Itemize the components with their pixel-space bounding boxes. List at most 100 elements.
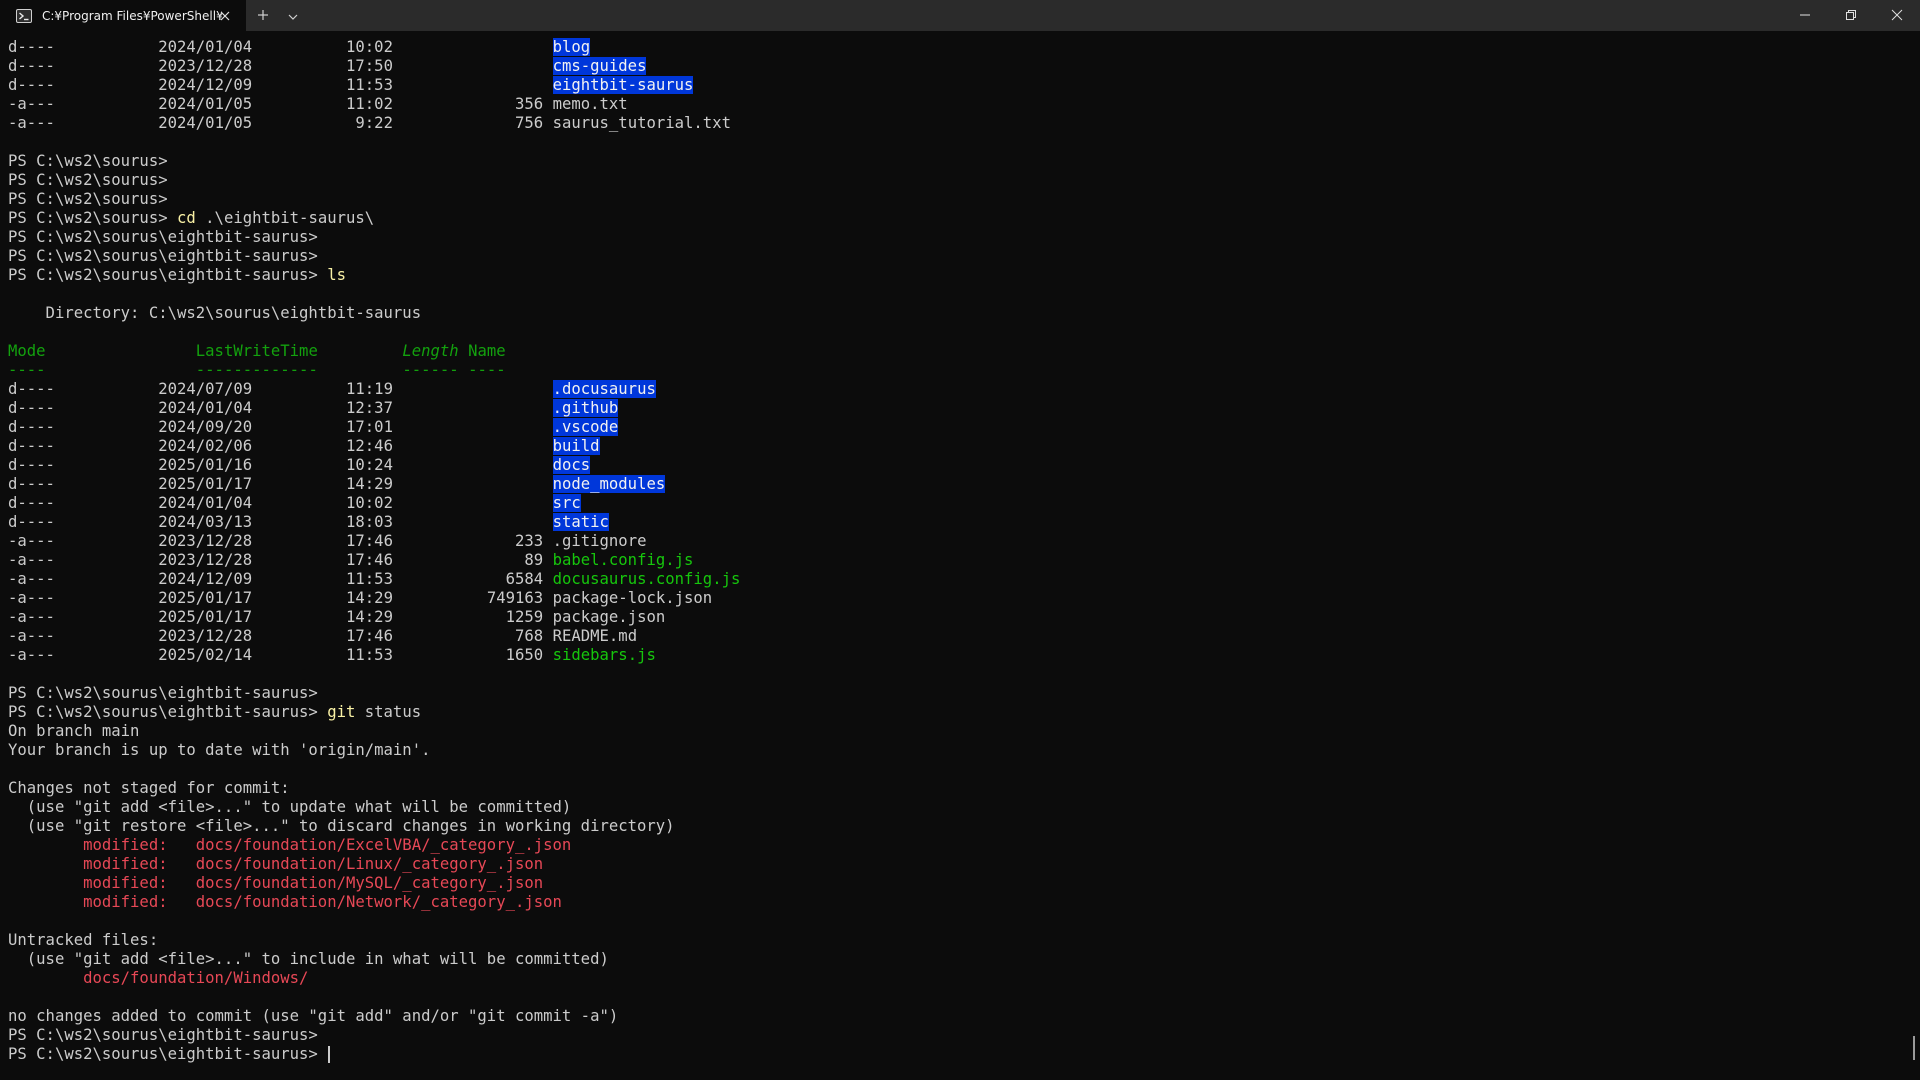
top-directory-listing: d---- 2024/01/04 10:02 blog d---- 2023/12…: [8, 38, 1908, 133]
restore-icon: [1845, 6, 1857, 25]
row-name: eightbit-saurus: [552, 76, 694, 94]
header-length-underline: ------: [402, 361, 459, 379]
row-time: 17:01: [346, 418, 393, 436]
chevron-down-icon: [288, 6, 298, 25]
row-length: 1259: [505, 608, 544, 626]
command-argument: .\eightbit-saurus\: [205, 209, 375, 227]
row-time: 14:29: [346, 475, 393, 493]
git-hint: (use "git add <file>..." to update what …: [8, 798, 572, 816]
table-row: -a--- 2025/01/17 14:29 749163 package-lo…: [8, 589, 1908, 608]
tab-powershell[interactable]: C:¥Program Files¥PowerShell¥: [0, 0, 246, 31]
row-time: 17:50: [346, 57, 393, 75]
table-row: d---- 2024/01/04 10:02 src: [8, 494, 1908, 513]
close-icon[interactable]: [218, 8, 232, 22]
row-mode: d----: [8, 380, 55, 398]
prompt-line: PS C:\ws2\sourus\eightbit-saurus>: [8, 684, 318, 702]
minimize-icon: [1799, 6, 1811, 25]
row-name: .github: [552, 399, 619, 417]
row-name: README.md: [552, 627, 638, 645]
row-name: babel.config.js: [552, 551, 694, 569]
row-date: 2023/12/28: [158, 57, 253, 75]
title-bar-drag-region[interactable]: [306, 0, 1782, 31]
table-row: d---- 2025/01/16 10:24 docs: [8, 456, 1908, 475]
scrollbar-thumb[interactable]: [1913, 1036, 1915, 1060]
directory-path: Directory: C:\ws2\sourus\eightbit-saurus: [8, 304, 422, 322]
row-name: saurus_tutorial.txt: [552, 114, 731, 132]
row-length: 749163: [486, 589, 544, 607]
row-mode: d----: [8, 418, 55, 436]
table-row: d---- 2024/07/09 11:19 .docusaurus: [8, 380, 1908, 399]
row-date: 2024/01/05: [158, 114, 253, 132]
terminal-output[interactable]: d---- 2024/01/04 10:02 blog d---- 2023/12…: [8, 38, 1908, 1078]
row-name: docs: [552, 456, 591, 474]
row-date: 2024/12/09: [158, 570, 253, 588]
row-mode: d----: [8, 76, 55, 94]
active-prompt-line[interactable]: PS C:\ws2\sourus\eightbit-saurus>: [8, 1045, 1908, 1064]
row-date: 2024/01/04: [158, 399, 253, 417]
plus-icon: [257, 6, 269, 25]
table-row: -a--- 2023/12/28 17:46 89 babel.config.j…: [8, 551, 1908, 570]
row-date: 2025/01/17: [158, 608, 253, 626]
row-name: package.json: [552, 608, 666, 626]
row-date: 2024/12/09: [158, 76, 253, 94]
row-name: src: [552, 494, 581, 512]
row-date: 2023/12/28: [158, 532, 253, 550]
header-length: Length: [402, 342, 459, 360]
title-bar: C:¥Program Files¥PowerShell¥: [0, 0, 1920, 31]
table-row: -a--- 2025/02/14 11:53 1650 sidebars.js: [8, 646, 1908, 665]
row-time: 11:53: [346, 570, 393, 588]
row-length: 756: [515, 114, 544, 132]
tab-title: C:¥Program Files¥PowerShell¥: [42, 8, 222, 23]
prompt-line: PS C:\ws2\sourus>: [8, 171, 168, 189]
row-name: build: [552, 437, 600, 455]
row-time: 17:46: [346, 551, 393, 569]
row-date: 2023/12/28: [158, 627, 253, 645]
command-name: git: [327, 703, 356, 721]
table-row: -a--- 2023/12/28 17:46 233 .gitignore: [8, 532, 1908, 551]
row-time: 11:53: [346, 646, 393, 664]
row-time: 11:19: [346, 380, 393, 398]
row-mode: -a---: [8, 570, 55, 588]
minimize-button[interactable]: [1782, 0, 1828, 31]
command-line: PS C:\ws2\sourus> cd .\eightbit-saurus\: [8, 209, 1908, 228]
row-mode: d----: [8, 57, 55, 75]
table-row: -a--- 2024/01/05 11:02 356 memo.txt: [8, 95, 1908, 114]
maximize-button[interactable]: [1828, 0, 1874, 31]
prompt-text: PS C:\ws2\sourus\eightbit-saurus>: [8, 703, 318, 721]
table-header: Mode LastWriteTime Length Name: [8, 342, 1908, 361]
table-row: -a--- 2024/01/05 9:22 756 saurus_tutoria…: [8, 114, 1908, 133]
table-row: d---- 2025/01/17 14:29 node_modules: [8, 475, 1908, 494]
row-date: 2024/03/13: [158, 513, 253, 531]
prompt-line: PS C:\ws2\sourus\eightbit-saurus>: [8, 1026, 318, 1044]
close-icon: [1891, 6, 1903, 25]
command-line: PS C:\ws2\sourus\eightbit-saurus> git st…: [8, 703, 1908, 722]
row-name: .docusaurus: [552, 380, 656, 398]
git-modified-file: modified: docs/foundation/Linux/_categor…: [8, 855, 544, 873]
table-row: d---- 2024/01/04 12:37 .github: [8, 399, 1908, 418]
row-mode: -a---: [8, 532, 55, 550]
row-name: sidebars.js: [552, 646, 656, 664]
directory-listing: d---- 2024/07/09 11:19 .docusaurus d---- …: [8, 380, 1908, 665]
git-untracked-header: Untracked files:: [8, 931, 159, 949]
row-mode: -a---: [8, 551, 55, 569]
table-row: d---- 2024/03/13 18:03 static: [8, 513, 1908, 532]
row-date: 2025/01/17: [158, 475, 253, 493]
git-summary: no changes added to commit (use "git add…: [8, 1007, 619, 1025]
row-time: 11:53: [346, 76, 393, 94]
row-length: 1650: [505, 646, 544, 664]
table-row: d---- 2024/09/20 17:01 .vscode: [8, 418, 1908, 437]
git-modified-file: modified: docs/foundation/ExcelVBA/_cate…: [8, 836, 572, 854]
row-date: 2024/01/04: [158, 494, 253, 512]
git-up-to-date: Your branch is up to date with 'origin/m…: [8, 741, 431, 759]
header-name: Name: [468, 342, 506, 360]
prompt-text: PS C:\ws2\sourus>: [8, 209, 168, 227]
new-tab-button[interactable]: [246, 0, 280, 31]
tab-dropdown-button[interactable]: [280, 0, 306, 31]
close-window-button[interactable]: [1874, 0, 1920, 31]
table-row: d---- 2023/12/28 17:50 cms-guides: [8, 57, 1908, 76]
row-mode: d----: [8, 494, 55, 512]
row-mode: d----: [8, 38, 55, 56]
